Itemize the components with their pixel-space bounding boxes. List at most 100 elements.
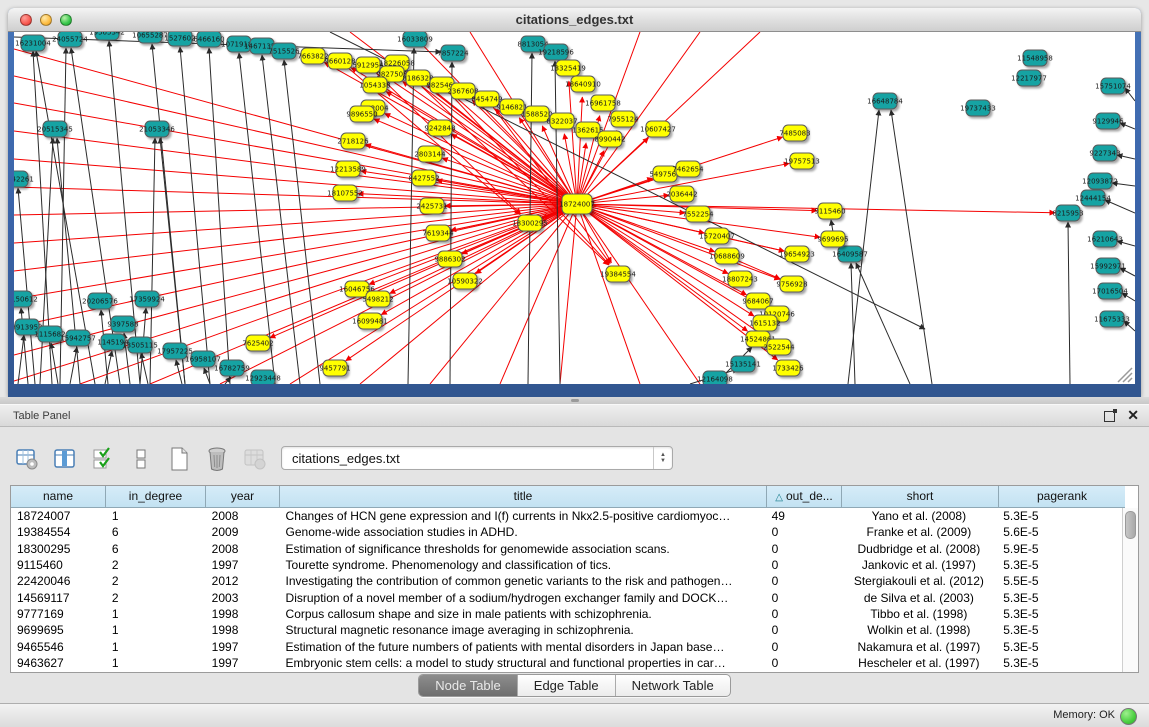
graph-node[interactable]: 9397588 [107,316,138,332]
citation-edge-black[interactable] [180,47,210,384]
graph-node[interactable]: 16099481 [352,313,388,329]
graph-node[interactable]: 15751074 [1095,78,1131,94]
graph-node[interactable]: 17016504 [1092,283,1128,299]
citation-edge-black[interactable] [18,335,24,384]
citation-edge-black[interactable] [891,110,932,384]
graph-node[interactable]: 1054338 [359,77,390,93]
citation-edge-black[interactable] [176,360,182,384]
table-row[interactable]: 1830029562008Estimation of significance … [11,541,1123,557]
table-row[interactable]: 977716911998Corpus callosum shape and si… [11,606,1123,622]
graph-node[interactable]: 16033809 [397,32,433,47]
citation-edge-black[interactable] [18,188,35,384]
column-header-title[interactable]: title [280,486,767,508]
scrollbar-thumb[interactable] [1125,511,1136,539]
graph-node[interactable]: 17359924 [129,291,165,307]
table-row[interactable]: 1456911722003Disruption of a novel membe… [11,589,1123,605]
table-row[interactable]: 2242004622012Investigating the contribut… [11,573,1123,589]
graph-node[interactable]: 12093872 [1082,173,1118,189]
show-columns-icon[interactable] [52,446,78,472]
graph-node[interactable]: 7552254 [682,206,714,222]
graph-node[interactable]: 1527602 [164,32,195,46]
citation-edge-red[interactable] [577,204,700,384]
column-header-year[interactable]: year [206,486,280,508]
horizontal-splitter[interactable] [0,397,1149,404]
table-selector-dropdown[interactable]: citations_edges.txt ▲▼ [281,446,673,470]
graph-node[interactable]: 9660128 [324,53,355,69]
graph-node[interactable]: 2803144 [414,146,446,162]
graph-node[interactable]: 19565342 [89,32,125,40]
citation-edge-black[interactable] [555,61,560,384]
citation-edge-black[interactable] [1068,222,1070,384]
float-panel-icon[interactable] [1104,409,1117,422]
graph-node[interactable]: 7857224 [437,45,469,61]
citation-edge-red[interactable] [14,204,577,355]
graph-node[interactable]: 11548958 [1017,50,1053,66]
citation-network-graph[interactable]: 1872400716231004240557241956534210655287… [14,32,1135,384]
graph-node[interactable]: 9227343 [1089,145,1120,161]
citation-edge-black[interactable] [70,347,77,384]
graph-node[interactable]: 10607427 [640,121,676,137]
graph-node[interactable]: 14150612 [14,291,38,307]
graph-node[interactable]: 7485083 [779,125,810,141]
citation-edge-red[interactable] [569,81,577,204]
table-row[interactable]: 911546021997Tourette syndrome. Phenomeno… [11,557,1123,573]
graph-node[interactable]: 16961758 [585,95,621,111]
table-row[interactable]: 1872400712008Changes of HCN gene express… [11,508,1123,524]
table-row[interactable]: 946362711997Embryonic stem cells: a mode… [11,655,1123,671]
graph-node[interactable]: 6466160 [193,32,224,47]
hub-node[interactable]: 18724007 [559,194,595,214]
network-canvas[interactable]: 1872400716231004240557241956534210655287… [14,32,1135,384]
column-header-pagerank[interactable]: pagerank [999,486,1125,508]
graph-node[interactable]: 9457791 [319,360,350,376]
graph-node[interactable]: 5498212 [362,291,393,307]
citation-edge-black[interactable] [40,138,53,384]
graph-node[interactable]: 15720407 [699,228,735,244]
graph-node[interactable]: 12444154 [1075,190,1111,206]
graph-node[interactable]: 10342261 [14,171,34,187]
citation-edge-black[interactable] [856,263,910,384]
table-settings-icon[interactable] [14,446,40,472]
graph-node[interactable]: 18107552 [327,185,363,201]
citation-edge-red[interactable] [390,204,577,293]
graph-node[interactable]: 9699695 [817,231,848,247]
new-column-icon[interactable] [166,446,192,472]
select-columns-icon[interactable] [90,446,116,472]
citation-edge-red[interactable] [14,49,577,204]
network-window-titlebar[interactable]: citations_edges.txt [8,8,1141,32]
graph-node[interactable]: 8427552 [408,170,439,186]
graph-node[interactable]: 12164098 [697,371,733,384]
graph-node[interactable]: 1733426 [772,360,804,376]
column-header-name[interactable]: name [11,486,106,508]
graph-node[interactable]: 15992971 [1090,258,1126,274]
graph-node[interactable]: 2718126 [337,133,369,149]
citation-edge-red[interactable] [577,204,640,384]
graph-node[interactable]: 12213589 [330,161,366,177]
graph-node[interactable]: 20206576 [82,293,118,309]
graph-node[interactable]: 9129946 [1092,113,1124,129]
graph-node[interactable]: 2036442 [666,186,697,202]
graph-node[interactable]: 16648784 [867,93,903,109]
table-row[interactable]: 946554611997Estimation of the future num… [11,638,1123,654]
graph-node[interactable]: 7619344 [422,225,454,241]
citation-edge-red[interactable] [560,204,577,384]
graph-node[interactable]: 9886302 [434,251,465,267]
citation-edge-red[interactable] [360,204,577,384]
splitter-grip[interactable] [571,399,579,402]
graph-node[interactable]: 18640910 [565,76,601,92]
graph-node[interactable]: 9896550 [346,106,377,122]
graph-node[interactable]: 21053346 [139,121,175,137]
graph-node[interactable]: 24055724 [52,32,88,47]
memory-ok-icon[interactable] [1120,708,1137,725]
graph-node[interactable]: 11675333 [1094,311,1130,327]
graph-node[interactable]: 19757513 [784,153,820,169]
delete-column-icon[interactable] [204,446,230,472]
citation-edge-black[interactable] [239,53,275,384]
row-height-icon[interactable] [128,446,154,472]
citation-edge-black[interactable] [141,353,148,384]
tab-node-table[interactable]: Node Table [419,675,518,696]
graph-node[interactable]: 2425731 [416,198,447,214]
graph-node[interactable]: 16210643 [1087,231,1123,247]
graph-node[interactable]: 1615132 [749,315,780,331]
citation-edge-black[interactable] [450,62,452,384]
graph-node[interactable]: 12923448 [245,370,281,384]
